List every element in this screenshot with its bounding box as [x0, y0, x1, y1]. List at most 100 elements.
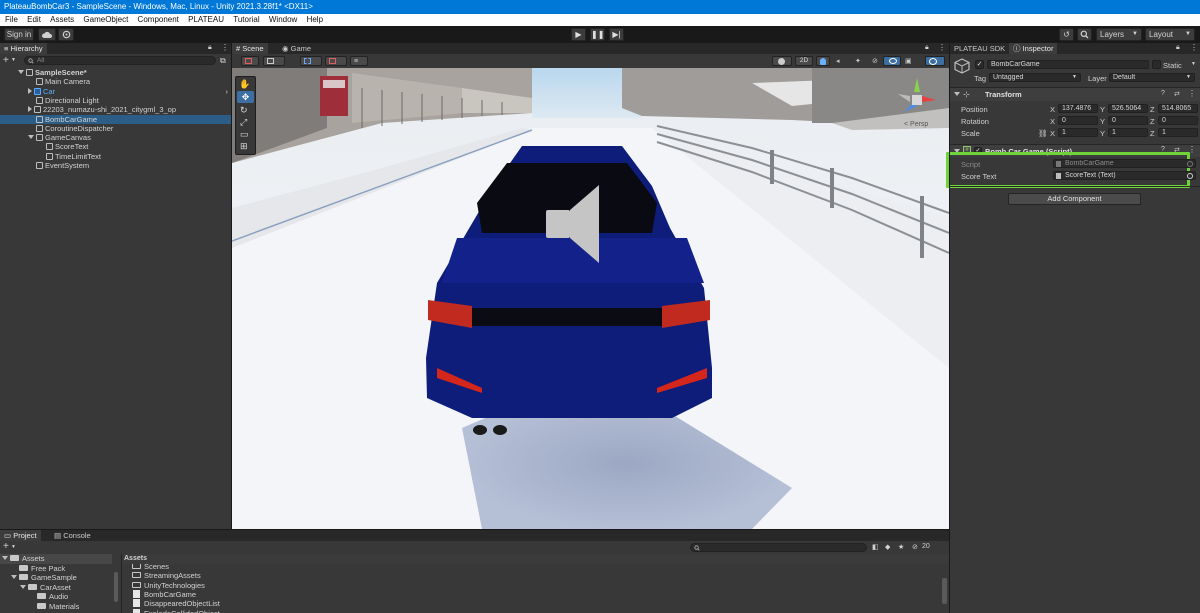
add-component-button[interactable]: Add Component	[1008, 193, 1141, 205]
filter-type-icon[interactable]: ◧	[872, 543, 879, 551]
filter-label-icon[interactable]: ◆	[885, 543, 890, 551]
audio-toggle-button[interactable]: ◂	[836, 56, 850, 66]
chevron-down-icon[interactable]: ▼	[11, 57, 16, 63]
hierarchy-item[interactable]: 22203_numazu-shi_2021_citygml_3_op	[0, 105, 231, 115]
orientation-button[interactable]	[772, 56, 792, 66]
static-checkbox[interactable]	[1152, 60, 1161, 69]
camera-settings-button[interactable]: ▣	[905, 56, 919, 66]
transform-position-y-field[interactable]: 526.5064	[1108, 104, 1148, 113]
link-scale-icon[interactable]: ⛓	[1038, 129, 1048, 138]
transform-header[interactable]: ⊹ Transform ? ⇄ ⋮	[950, 88, 1200, 101]
gizmos-button[interactable]	[925, 56, 945, 66]
fold-arrow-icon[interactable]	[28, 135, 34, 140]
fold-arrow-icon[interactable]	[28, 106, 32, 113]
project-tree-item[interactable]: GameSample	[0, 573, 112, 583]
effects-toggle-button[interactable]: ✦	[855, 56, 869, 66]
tab-plateau-sdk[interactable]: PLATEAU SDK	[950, 43, 1009, 54]
transform-rotation-x-field[interactable]: 0	[1058, 116, 1098, 125]
breadcrumb-assets[interactable]: Assets	[124, 555, 147, 562]
preset-icon[interactable]: ⇄	[1174, 90, 1180, 98]
hierarchy-item[interactable]: ScoreText	[0, 142, 231, 152]
add-icon[interactable]: +	[3, 55, 9, 66]
chevron-right-icon[interactable]: ›	[226, 87, 229, 97]
project-file-item[interactable]: UnityTechnologies	[122, 581, 522, 591]
menu-help[interactable]: Help	[307, 15, 323, 24]
project-tree-item[interactable]: Audio	[0, 592, 112, 602]
menu-plateau[interactable]: PLATEAU	[188, 15, 224, 24]
transform-scale-y-field[interactable]: 1	[1108, 128, 1148, 137]
hidden-packages-icon[interactable]: ⊘	[912, 543, 918, 551]
project-tree-item[interactable]: Assets	[0, 554, 112, 564]
score-text-field[interactable]: ScoreText (Text)	[1053, 171, 1196, 180]
file-list-scrollbar[interactable]	[942, 578, 947, 604]
pause-button[interactable]: ❚❚	[590, 28, 605, 41]
transform-rotation-z-field[interactable]: 0	[1158, 116, 1198, 125]
hierarchy-item[interactable]: Main Camera	[0, 77, 231, 87]
tab-scene[interactable]: # Scene	[232, 43, 268, 54]
grid-snap-button[interactable]	[300, 56, 322, 66]
transform-position-z-field[interactable]: 514.8065	[1158, 104, 1198, 113]
hierarchy-item[interactable]: BombCarGame	[0, 114, 231, 124]
layout-dropdown[interactable]: Layout ▼	[1145, 28, 1195, 41]
draw-mode-button[interactable]	[241, 56, 259, 66]
menu-gameobject[interactable]: GameObject	[83, 15, 128, 24]
orientation-gizmo[interactable]: < Persp	[892, 74, 942, 134]
scale-tool-icon[interactable]: ⤢	[240, 117, 247, 128]
hierarchy-item[interactable]: Directional Light	[0, 96, 231, 106]
menu-component[interactable]: Component	[138, 15, 179, 24]
cloud-button[interactable]	[38, 28, 56, 41]
lock-icon[interactable]: 🔒︎	[208, 44, 212, 52]
search-button[interactable]	[1077, 28, 1092, 41]
fold-arrow-icon[interactable]	[2, 556, 8, 560]
layer-dropdown[interactable]: Default ▼	[1109, 73, 1195, 82]
undo-history-button[interactable]: ↺	[1059, 28, 1074, 41]
fold-arrow-icon[interactable]	[28, 87, 32, 94]
hierarchy-item[interactable]: Car ›	[0, 87, 231, 97]
menu-edit[interactable]: Edit	[27, 15, 41, 24]
favorite-icon[interactable]: ★	[898, 543, 904, 551]
move-tool-icon[interactable]: ✥	[237, 91, 254, 103]
project-search-input[interactable]	[690, 543, 867, 552]
toggle-2d-button[interactable]: 2D	[795, 56, 813, 66]
menu-file[interactable]: File	[5, 15, 18, 24]
transform-rotation-y-field[interactable]: 0	[1108, 116, 1148, 125]
scene-visibility-icon[interactable]: ⧉	[220, 56, 226, 66]
rect-tool-icon[interactable]: ▭	[240, 129, 249, 140]
lock-icon[interactable]: 🔒︎	[1176, 44, 1180, 52]
step-button[interactable]: ▶|	[609, 28, 624, 41]
lock-icon[interactable]: 🔒︎	[925, 44, 929, 52]
scene-visibility-button[interactable]	[883, 56, 901, 66]
tab-inspector[interactable]: ⓘ Inspector	[1009, 43, 1058, 54]
object-name-field[interactable]: BombCarGame	[987, 60, 1149, 69]
tab-project[interactable]: ▭ Project	[0, 530, 41, 541]
more-menu-icon[interactable]: ⋮	[1188, 89, 1196, 98]
menu-tutorial[interactable]: Tutorial	[233, 15, 259, 24]
transform-scale-z-field[interactable]: 1	[1158, 128, 1198, 137]
project-tree-item[interactable]: CarAsset	[0, 583, 112, 593]
transform-tool-icon[interactable]: ⊞	[240, 141, 248, 152]
tab-console[interactable]: ▤ Console	[50, 530, 95, 541]
project-file-item[interactable]: BombCarGame	[122, 589, 522, 600]
more-menu-icon[interactable]: ⋮	[1190, 43, 1198, 52]
transform-position-x-field[interactable]: 137.4876	[1058, 104, 1098, 113]
hierarchy-search-input[interactable]: All	[24, 56, 216, 65]
add-icon[interactable]: +	[3, 541, 9, 552]
hierarchy-item[interactable]: GameCanvas	[0, 133, 231, 143]
more-menu-icon[interactable]: ⋮	[938, 43, 946, 52]
scene-viewport[interactable]: ✋ ✥ ↻ ⤢ ▭ ⊞ < Persp	[232, 68, 949, 529]
lighting-toggle-button[interactable]	[816, 56, 830, 66]
play-button[interactable]: ▶	[571, 28, 586, 41]
project-tree-item[interactable]: Free Pack	[0, 564, 112, 574]
sign-in-button[interactable]: Sign in	[4, 28, 34, 41]
fold-arrow-icon[interactable]	[11, 575, 17, 579]
tab-hierarchy[interactable]: ≡ Hierarchy	[0, 43, 47, 54]
hierarchy-item[interactable]: CoroutineDispatcher	[0, 124, 231, 134]
active-checkbox[interactable]: ✓	[975, 60, 984, 69]
help-icon[interactable]: ?	[1161, 90, 1165, 97]
increment-snap-button[interactable]	[325, 56, 347, 66]
hierarchy-item[interactable]: TimeLimitText	[0, 152, 231, 162]
fold-arrow-icon[interactable]	[20, 584, 26, 589]
tab-game[interactable]: ◉ Game	[278, 43, 315, 54]
fold-arrow-icon[interactable]	[18, 70, 24, 74]
collab-button[interactable]	[58, 28, 74, 41]
